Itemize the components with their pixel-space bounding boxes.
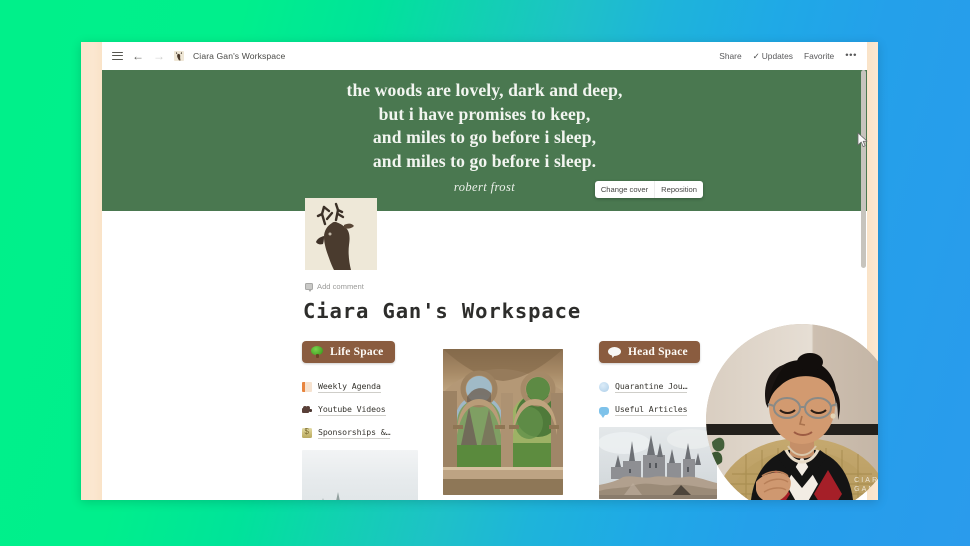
deer-favicon [174, 51, 184, 61]
add-comment-button[interactable]: Add comment [305, 282, 364, 292]
money-icon [302, 427, 312, 438]
watermark-line-1: CIARA [854, 477, 878, 484]
poem-line-4: and miles to go before i sleep. [372, 150, 597, 171]
add-comment-label: Add comment [317, 282, 364, 291]
life-space-links: Weekly Agenda Youtube Videos Sponsorship… [302, 381, 407, 439]
updates-button[interactable]: ✓ Updates [753, 51, 793, 62]
app-sidebar-strip [81, 42, 102, 500]
check-icon: ✓ [752, 50, 760, 61]
ellipsis-icon[interactable]: ••• [845, 51, 857, 61]
castle-image[interactable] [599, 427, 717, 499]
list-item[interactable]: Quarantine Jou… [599, 381, 704, 393]
column-life-space: Life Space Weekly Agenda Youtube Videos … [302, 341, 418, 500]
blue-speech-bubble-icon [599, 407, 609, 418]
link-label: Weekly Agenda [318, 381, 381, 393]
browser-window: ← → Ciara Gan's Workspace Share ✓ Updates… [81, 42, 878, 500]
back-arrow-icon[interactable]: ← [132, 50, 144, 62]
page-icon-deer[interactable] [305, 198, 377, 270]
comment-icon [305, 283, 313, 292]
speech-bubble-emoji-icon [608, 346, 621, 358]
app-toolbar: ← → Ciara Gan's Workspace Share ✓ Updates… [102, 42, 867, 70]
cloister-arches-image[interactable] [443, 349, 563, 495]
poem-line-3: and miles to go before i sleep, [372, 127, 597, 148]
watermark: CIARA GAN [854, 476, 878, 494]
tree-emoji-icon [311, 346, 323, 358]
life-space-button[interactable]: Life Space [302, 341, 396, 363]
page-cover[interactable]: the woods are lovely, dark and deep, but… [102, 70, 867, 211]
head-space-links: Quarantine Jou… Useful Articles [599, 381, 704, 418]
movie-camera-icon [302, 405, 312, 415]
change-cover-button[interactable]: Change cover [595, 181, 654, 198]
forward-arrow-icon[interactable]: → [153, 50, 165, 62]
foggy-forest-image[interactable] [302, 450, 418, 500]
list-item[interactable]: Weekly Agenda [302, 381, 407, 393]
favorite-button[interactable]: Favorite [804, 51, 834, 61]
reposition-button[interactable]: Reposition [654, 181, 703, 198]
notebook-icon [302, 382, 312, 392]
life-space-label: Life Space [330, 346, 384, 358]
head-space-button[interactable]: Head Space [599, 341, 700, 363]
poem-attribution: robert frost [453, 180, 516, 194]
link-label: Quarantine Jou… [615, 381, 688, 393]
link-label: Youtube Videos [318, 404, 386, 416]
scrollbar-thumb[interactable] [861, 70, 866, 268]
list-item[interactable]: Sponsorships &… [302, 427, 407, 439]
link-label: Useful Articles [615, 404, 688, 416]
hamburger-icon[interactable] [112, 51, 123, 61]
page-title[interactable]: Ciara Gan's Workspace [303, 299, 581, 323]
list-item[interactable]: Youtube Videos [302, 404, 407, 416]
column-head-space: Head Space Quarantine Jou… Useful Articl… [599, 341, 717, 500]
updates-label: Updates [761, 50, 793, 61]
cover-poem: the woods are lovely, dark and deep, but… [102, 79, 867, 173]
cloud-bubble-icon [599, 382, 609, 392]
watermark-line-2: GAN [854, 486, 876, 493]
share-button[interactable]: Share [719, 51, 741, 61]
head-space-label: Head Space [628, 346, 688, 358]
link-label: Sponsorships &… [318, 427, 391, 439]
cover-action-buttons: Change cover Reposition [594, 181, 703, 198]
list-item[interactable]: Useful Articles [599, 404, 704, 418]
poem-line-1: the woods are lovely, dark and deep, [346, 80, 623, 100]
breadcrumb[interactable]: Ciara Gan's Workspace [193, 51, 285, 61]
poem-line-2: but i have promises to keep, [378, 103, 591, 124]
column-center-image [443, 341, 563, 500]
